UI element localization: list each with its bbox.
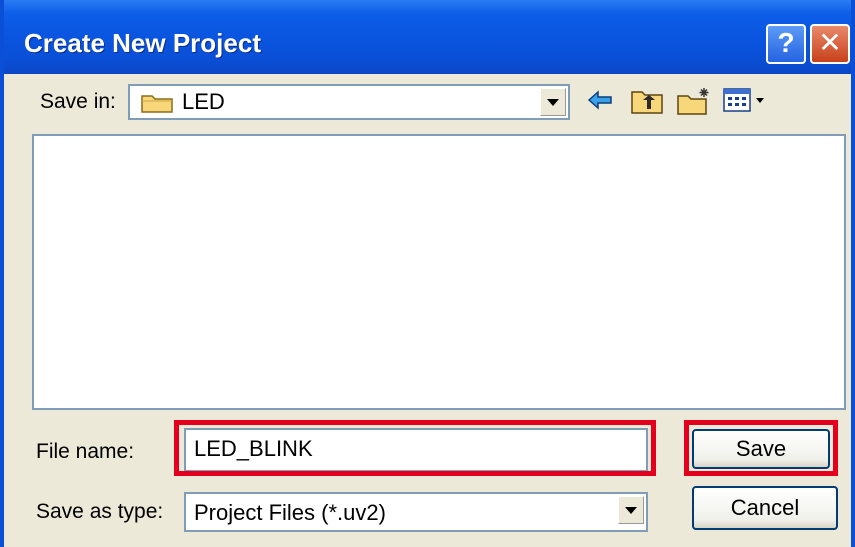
chevron-down-icon[interactable] [618, 496, 644, 524]
file-name-highlight [174, 420, 656, 476]
new-folder-icon[interactable] [676, 86, 712, 121]
save-in-value: LED [182, 89, 225, 114]
folder-icon [140, 92, 174, 119]
dialog-title: Create New Project [24, 28, 261, 58]
help-button[interactable]: ? [766, 24, 806, 64]
up-folder-icon[interactable] [630, 86, 664, 121]
save-button-highlight [684, 420, 838, 476]
create-project-dialog: Create New Project ? ✕ Save in: LED File… [0, 0, 855, 547]
save-as-type-dropdown[interactable]: Project Files (*.uv2) [184, 492, 648, 532]
close-button[interactable]: ✕ [810, 24, 850, 64]
file-list-area[interactable] [32, 134, 846, 410]
cancel-button[interactable]: Cancel [692, 486, 838, 530]
save-as-type-label: Save as type: [36, 500, 164, 523]
chevron-down-icon[interactable] [540, 88, 566, 116]
save-as-type-value: Project Files (*.uv2) [194, 500, 386, 525]
save-in-dropdown[interactable]: LED [128, 84, 570, 120]
view-menu-icon[interactable] [722, 86, 770, 119]
back-arrow-icon[interactable] [586, 86, 614, 119]
save-in-label: Save in: [40, 90, 116, 113]
title-bar[interactable]: Create New Project ? ✕ [4, 0, 851, 74]
file-name-label: File name: [36, 440, 135, 463]
